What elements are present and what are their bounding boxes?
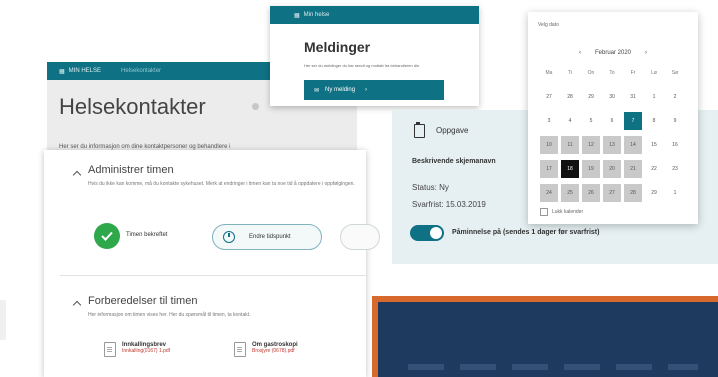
next-month-icon[interactable]: ›: [645, 50, 647, 56]
section-desc-administrer: Hvis du ikke kan komme, må du kontakte s…: [88, 181, 355, 187]
calendar-day[interactable]: 15: [645, 136, 663, 154]
tab-helsekontakter[interactable]: Helsekontakter: [121, 68, 161, 74]
clock-icon: [223, 231, 235, 243]
calendar-day[interactable]: 25: [561, 184, 579, 202]
calendar-day[interactable]: 12: [582, 136, 600, 154]
deadline-text: Svarfrist: 15.03.2019: [412, 200, 486, 209]
calendar-day[interactable]: 8: [645, 112, 663, 130]
section-title-administrer: Administrer timen: [88, 164, 174, 176]
page-title: Helsekontakter: [59, 94, 206, 119]
chevron-up-icon[interactable]: [72, 300, 82, 310]
calendar-day[interactable]: 30: [603, 88, 621, 106]
calendar-day[interactable]: 17: [540, 160, 558, 178]
date-picker: Velg dato ‹ Februar 2020 › Ma Ti On To Fr Lø S…: [528, 12, 698, 224]
confirmed-label: Timen bekreftet: [126, 232, 168, 238]
checkbox-icon: [540, 208, 548, 216]
chevron-right-icon: ›: [365, 87, 368, 93]
meldinger-note: Her ser du meldinger du har sendt og mot…: [304, 63, 420, 68]
calendar-day[interactable]: 21: [624, 160, 642, 178]
weekday-label: On: [587, 70, 595, 76]
close-calendar[interactable]: Lukk kalender: [540, 208, 583, 216]
info-icon[interactable]: [252, 103, 259, 110]
calendar-day[interactable]: 2: [666, 88, 684, 106]
banner-text-blur: [408, 364, 698, 370]
clipboard-icon: [414, 122, 425, 138]
chevron-up-icon[interactable]: [72, 170, 82, 180]
section-desc-forberedelser: Her informasjon om timen vises her. Her …: [88, 312, 251, 318]
weekday-label: Fr: [630, 70, 636, 76]
form-name[interactable]: Beskrivende skjemanavn: [412, 158, 496, 165]
calendar-day[interactable]: 29: [582, 88, 600, 106]
calendar-day[interactable]: 16: [666, 136, 684, 154]
calendar-day[interactable]: 20: [603, 160, 621, 178]
calendar-day[interactable]: 26: [582, 184, 600, 202]
calendar-day[interactable]: 19: [582, 160, 600, 178]
reminder-toggle[interactable]: [410, 225, 444, 241]
calendar-day[interactable]: 13: [603, 136, 621, 154]
calendar-day[interactable]: 10: [540, 136, 558, 154]
month-navigation: ‹ Februar 2020 ›: [528, 50, 698, 56]
calendar-day[interactable]: 22: [645, 160, 663, 178]
calendar-day[interactable]: 9: [666, 112, 684, 130]
weekday-label: Ti: [568, 70, 572, 76]
calendar-day[interactable]: 1: [645, 88, 663, 106]
weekday-label: Ma: [545, 70, 553, 76]
section-title-forberedelser: Forberedelser til timen: [88, 295, 198, 307]
oppgave-title: Oppgave: [436, 126, 469, 135]
calendar-day[interactable]: 31: [624, 88, 642, 106]
banner-body: [378, 302, 718, 377]
calendar-day[interactable]: 7: [624, 112, 642, 130]
check-icon: [94, 223, 120, 249]
envelope-icon: ✉: [314, 87, 320, 94]
calendar-day[interactable]: 14: [624, 136, 642, 154]
calendar-day[interactable]: 23: [666, 160, 684, 178]
meldinger-header-bar: ▦ Min helse: [270, 6, 479, 24]
weekday-label: To: [609, 70, 615, 76]
calendar-day[interactable]: 24: [540, 184, 558, 202]
calendar-day[interactable]: 6: [603, 112, 621, 130]
date-picker-header: Velg dato: [538, 22, 559, 28]
reminder-label: Påminnelse på (sendes 1 dager før svarfr…: [452, 229, 600, 236]
document-icon: [234, 342, 246, 357]
edge-decoration: [0, 300, 6, 340]
calendar-day[interactable]: 5: [582, 112, 600, 130]
calendar-day[interactable]: 11: [561, 136, 579, 154]
document-icon: [104, 342, 116, 357]
new-message-button[interactable]: ✉ Ny melding ›: [304, 80, 444, 100]
calendar-day[interactable]: 1: [666, 184, 684, 202]
change-time-button[interactable]: Endre tidspunkt: [212, 224, 322, 250]
tab-min-helse[interactable]: ▦ MIN HELSE: [59, 68, 101, 75]
file-attachment[interactable]: Om gastroskopi Brosjyre (0678).pdf: [234, 342, 298, 357]
status-text: Status: Ny: [412, 183, 449, 192]
meldinger-card: ▦ Min helse Meldinger Her ser du melding…: [270, 6, 479, 106]
month-label: Februar 2020: [594, 50, 632, 56]
divider: [60, 275, 366, 276]
grid-icon: ▦: [294, 12, 300, 19]
calendar-day[interactable]: 28: [624, 184, 642, 202]
calendar-day[interactable]: 27: [540, 88, 558, 106]
prev-month-icon[interactable]: ‹: [579, 50, 581, 56]
calendar-day[interactable]: 4: [561, 112, 579, 130]
meldinger-title: Meldinger: [304, 39, 371, 55]
calendar-day[interactable]: 29: [645, 184, 663, 202]
calendar-day[interactable]: 18: [561, 160, 579, 178]
calendar-grid: Ma Ti On To Fr Lø Sø 27 28 29 30 31 1 2 3 4 5 6 7 8 9 10 11 12 1…: [540, 64, 686, 202]
file-attachment[interactable]: Innkallingsbrev Innkalling(0167) 1.pdf: [104, 342, 170, 357]
promo-banner: [372, 296, 718, 377]
weekday-label: Sø: [671, 70, 679, 76]
weekday-label: Lø: [651, 70, 657, 76]
calendar-day[interactable]: 27: [603, 184, 621, 202]
calendar-day[interactable]: 28: [561, 88, 579, 106]
appointment-card: Administrer timen Hvis du ikke kan komme…: [44, 150, 380, 377]
grid-icon: ▦: [59, 68, 65, 75]
toggle-knob: [430, 227, 442, 239]
cancel-button[interactable]: [340, 224, 380, 250]
calendar-day[interactable]: 3: [540, 112, 558, 130]
